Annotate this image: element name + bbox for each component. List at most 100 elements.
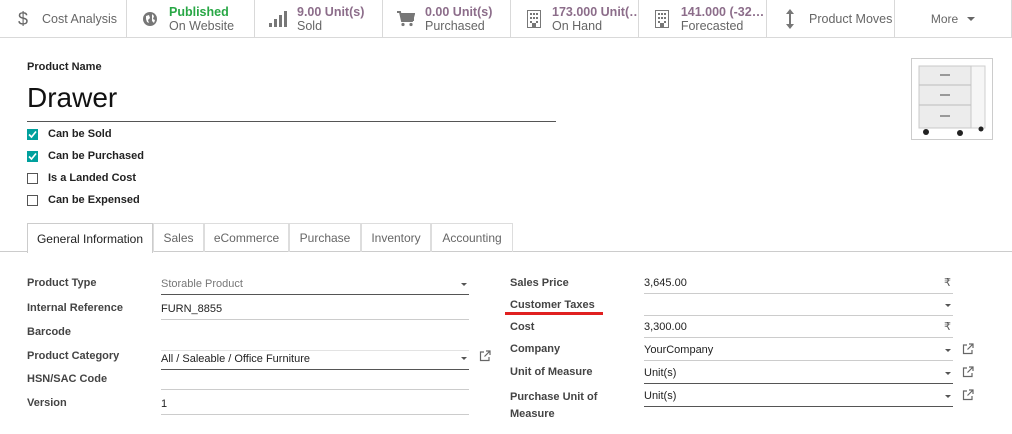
can-be-expensed-label: Can be Expensed [48, 194, 140, 206]
sold-value: 9.00 Unit(s) [297, 5, 365, 19]
can-be-purchased-checkbox[interactable] [27, 150, 38, 162]
rupee-currency-symbol: ₹ [944, 321, 951, 333]
can-be-sold-checkbox[interactable] [27, 128, 38, 140]
cost-analysis-label: Cost Analysis [42, 12, 118, 26]
published-label: On Website [169, 19, 235, 33]
product-category-value: All / Saleable / Office Furniture [161, 353, 310, 365]
external-link-icon[interactable] [962, 343, 974, 355]
tab-ecommerce[interactable]: eCommerce [204, 223, 289, 252]
globe-icon [141, 9, 159, 29]
can-be-purchased-label: Can be Purchased [48, 150, 144, 162]
product-image[interactable] [911, 58, 993, 140]
caret-down-icon [945, 304, 951, 307]
cost-value: 3,300.00 [644, 321, 687, 333]
sales-price-input[interactable]: 3,645.00 ₹ [644, 276, 953, 294]
company-select[interactable]: YourCompany [644, 343, 953, 361]
drawer-cabinet-image [918, 65, 986, 136]
caret-down-icon [461, 283, 467, 286]
unit-of-measure-value: Unit(s) [644, 367, 677, 379]
highlight-underline [505, 312, 603, 315]
forecasted-label: Forecasted [680, 19, 744, 33]
purchased-button[interactable]: 0.00 Unit(s) Purchased [383, 0, 511, 38]
customer-taxes-label: Customer Taxes [510, 299, 595, 311]
caret-down-icon [461, 357, 467, 360]
external-link-icon[interactable] [962, 366, 974, 378]
unit-of-measure-select[interactable]: Unit(s) [644, 366, 953, 384]
forecasted-button[interactable]: 141.000 (-32… Forecasted [639, 0, 767, 38]
internal-reference-input[interactable]: FURN_8855 [161, 302, 469, 320]
can-be-sold-checkbox-row: Can be Sold [27, 128, 112, 140]
forecasted-value: 141.000 (-32… [680, 5, 765, 19]
tab-general-information[interactable]: General Information [27, 223, 153, 253]
customer-taxes-select[interactable] [644, 298, 953, 316]
product-type-label: Product Type [27, 277, 97, 289]
cost-label: Cost [510, 321, 535, 333]
on-hand-label: On Hand [552, 19, 603, 33]
cost-analysis-button[interactable]: $ Cost Analysis [0, 0, 127, 38]
building-icon [653, 9, 671, 29]
checkmark-icon [28, 152, 37, 160]
purchased-value: 0.00 Unit(s) [425, 5, 493, 19]
dollar-icon: $ [17, 8, 28, 29]
caret-down-icon [945, 349, 951, 352]
caret-down-icon [945, 395, 951, 398]
version-input[interactable]: 1 [161, 397, 469, 415]
more-label: More [930, 12, 959, 26]
bar-chart-icon [269, 9, 287, 29]
product-moves-button[interactable]: Product Moves [767, 0, 895, 38]
sales-price-value: 3,645.00 [644, 277, 687, 289]
cost-input[interactable]: 3,300.00 ₹ [644, 320, 953, 338]
product-name-label: Product Name [27, 61, 102, 73]
unit-of-measure-label: Unit of Measure [510, 366, 593, 378]
landed-cost-label: Is a Landed Cost [48, 172, 137, 184]
product-moves-label: Product Moves [809, 12, 893, 26]
purchase-uom-label-line2: Measure [510, 408, 555, 420]
purchased-label: Purchased [425, 19, 485, 33]
tab-sales[interactable]: Sales [153, 223, 204, 252]
company-value: YourCompany [644, 344, 714, 356]
version-label: Version [27, 397, 67, 409]
external-link-icon[interactable] [479, 350, 491, 362]
rupee-currency-symbol: ₹ [944, 277, 951, 289]
company-label: Company [510, 343, 561, 355]
can-be-sold-label: Can be Sold [48, 128, 112, 140]
shopping-cart-icon [397, 9, 415, 29]
caret-down-icon [967, 17, 976, 21]
purchase-uom-label: Purchase Unit of Measure [510, 389, 597, 423]
product-name-field[interactable]: Drawer [27, 80, 556, 122]
published-value: Published [169, 5, 229, 19]
purchase-uom-label-line1: Purchase Unit of [510, 391, 598, 403]
vertical-arrows-icon [781, 9, 799, 29]
landed-cost-checkbox[interactable] [27, 172, 38, 184]
sales-price-label: Sales Price [510, 277, 569, 289]
sold-label: Sold [297, 19, 323, 33]
on-hand-button[interactable]: 173.000 Unit(… On Hand [511, 0, 639, 38]
smart-button-bar: $ Cost Analysis Published On Website 9.0… [0, 0, 1012, 38]
product-category-label: Product Category [27, 350, 120, 362]
product-type-value: Storable Product [161, 278, 243, 290]
building-icon [525, 9, 542, 29]
tab-inventory[interactable]: Inventory [361, 223, 431, 252]
external-link-icon[interactable] [962, 389, 974, 401]
barcode-input[interactable] [161, 325, 469, 343]
can-be-purchased-checkbox-row: Can be Purchased [27, 150, 144, 162]
more-button[interactable]: More [895, 0, 1012, 38]
barcode-label: Barcode [27, 326, 72, 338]
purchase-uom-value: Unit(s) [644, 390, 677, 402]
purchase-uom-select[interactable]: Unit(s) [644, 389, 953, 407]
sold-button[interactable]: 9.00 Unit(s) Sold [255, 0, 383, 38]
can-be-expensed-checkbox[interactable] [27, 194, 38, 206]
caret-down-icon [945, 372, 951, 375]
tab-purchase[interactable]: Purchase [289, 223, 361, 252]
hsn-sac-input[interactable] [161, 372, 469, 390]
on-hand-value: 173.000 Unit(… [552, 5, 638, 19]
product-type-select[interactable]: Storable Product [161, 277, 469, 295]
can-be-expensed-checkbox-row: Can be Expensed [27, 194, 140, 206]
product-category-select[interactable]: All / Saleable / Office Furniture [161, 350, 469, 370]
published-button[interactable]: Published On Website [127, 0, 255, 38]
tab-accounting[interactable]: Accounting [431, 223, 513, 252]
checkmark-icon [28, 130, 37, 138]
internal-reference-label: Internal Reference [27, 302, 123, 314]
landed-cost-checkbox-row: Is a Landed Cost [27, 172, 136, 184]
notebook-tabs: General Information Sales eCommerce Purc… [0, 223, 1012, 253]
